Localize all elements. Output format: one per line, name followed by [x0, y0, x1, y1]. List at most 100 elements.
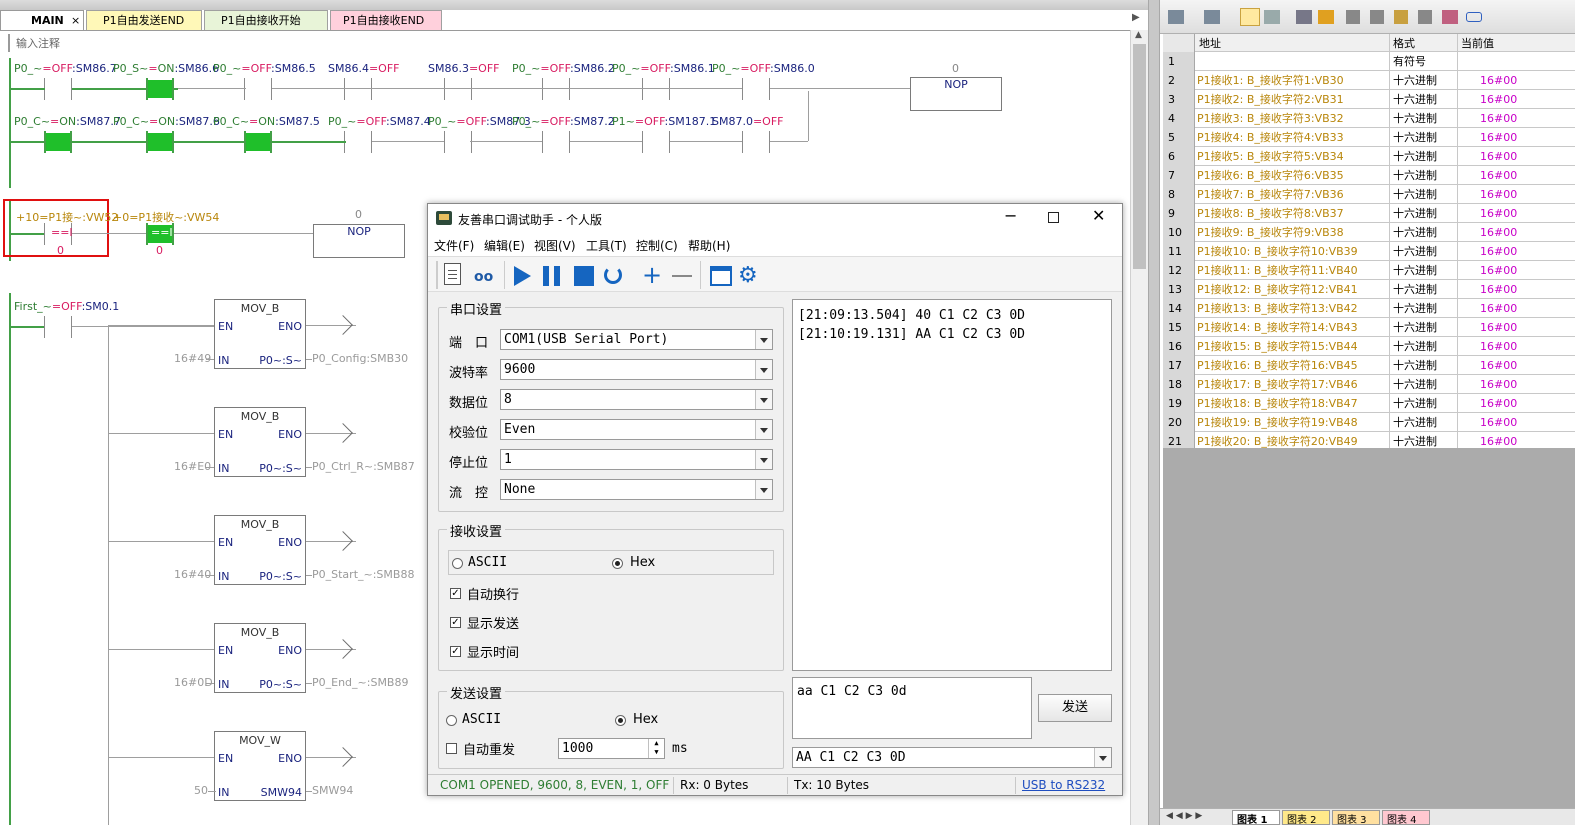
- nop-box[interactable]: NOP: [910, 77, 1002, 111]
- table-row[interactable]: 17 P1接收16: B_接收字符16:VB45 十六进制 16#00: [1163, 356, 1575, 375]
- table-row[interactable]: 7 P1接收6: B_接收字符6:VB35 十六进制 16#00: [1163, 166, 1575, 185]
- lock-icon[interactable]: [1370, 10, 1384, 24]
- close-icon[interactable]: ✕: [1092, 206, 1105, 225]
- chart-tab[interactable]: 图表 2: [1282, 810, 1330, 825]
- row-value[interactable]: 16#00: [1458, 337, 1575, 356]
- row-format[interactable]: 十六进制: [1390, 90, 1458, 109]
- row-address[interactable]: P1接收1: B_接收字符1:VB30: [1195, 71, 1390, 90]
- menu-item[interactable]: 文件(F): [434, 237, 474, 254]
- first-scan-contact[interactable]: [44, 316, 72, 338]
- contact-5[interactable]: [444, 78, 472, 100]
- row-value[interactable]: 16#00: [1458, 261, 1575, 280]
- chart-tab[interactable]: 图表 1: [1232, 810, 1280, 825]
- mov-block[interactable]: MOV_B EN ENO IN P0~:S~: [214, 299, 306, 369]
- plus-icon[interactable]: +: [642, 263, 662, 287]
- nop-box[interactable]: NOP: [313, 224, 405, 258]
- minimize-icon[interactable]: −: [1004, 206, 1017, 225]
- row-format[interactable]: 十六进制: [1390, 356, 1458, 375]
- row-value[interactable]: 16#00: [1458, 128, 1575, 147]
- send-textarea[interactable]: aa C1 C2 C3 0d: [792, 677, 1032, 739]
- toolbar-icon[interactable]: [1168, 10, 1184, 24]
- contact-3[interactable]: [244, 131, 272, 153]
- row-format[interactable]: 十六进制: [1390, 166, 1458, 185]
- table-row[interactable]: 10 P1接收9: B_接收字符9:VB38 十六进制 16#00: [1163, 223, 1575, 242]
- tab-nav-icons[interactable]: ◀ ◀ ▶ ▶: [1166, 811, 1202, 821]
- comment-field[interactable]: 输入注释: [8, 34, 1128, 52]
- chart-tab[interactable]: 图表 3: [1332, 810, 1380, 825]
- row-format[interactable]: 十六进制: [1390, 223, 1458, 242]
- row-value[interactable]: 16#00: [1458, 185, 1575, 204]
- contact-1[interactable]: [44, 78, 72, 100]
- chevron-down-icon[interactable]: [755, 330, 772, 349]
- menu-item[interactable]: 编辑(E): [484, 237, 525, 254]
- row-format[interactable]: 十六进制: [1390, 375, 1458, 394]
- row-address[interactable]: P1接收19: B_接收字符19:VB48: [1195, 413, 1390, 432]
- contact-4[interactable]: [344, 131, 372, 153]
- toolbar-icon[interactable]: [1418, 10, 1432, 24]
- row-format[interactable]: 十六进制: [1390, 337, 1458, 356]
- table-row[interactable]: 11 P1接收10: B_接收字符10:VB39 十六进制 16#00: [1163, 242, 1575, 261]
- toolbar-icon[interactable]: [1264, 10, 1280, 24]
- toolbar-icon[interactable]: [1240, 8, 1260, 26]
- send-ascii-radio[interactable]: [446, 715, 457, 726]
- row-value[interactable]: 16#00: [1458, 318, 1575, 337]
- pen-icon[interactable]: [1318, 10, 1334, 24]
- scroll-thumb[interactable]: [1133, 44, 1146, 269]
- table-row[interactable]: 8 P1接收7: B_接收字符7:VB36 十六进制 16#00: [1163, 185, 1575, 204]
- table-row[interactable]: 18 P1接收17: B_接收字符17:VB46 十六进制 16#00: [1163, 375, 1575, 394]
- row-format[interactable]: 十六进制: [1390, 71, 1458, 90]
- row-value[interactable]: 16#00: [1458, 166, 1575, 185]
- contact-6[interactable]: [542, 78, 570, 100]
- row-value[interactable]: [1458, 52, 1575, 71]
- serial-data-select[interactable]: 8: [500, 389, 773, 410]
- table-row[interactable]: 16 P1接收15: B_接收字符15:VB44 十六进制 16#00: [1163, 337, 1575, 356]
- row-format[interactable]: 十六进制: [1390, 242, 1458, 261]
- gear-icon[interactable]: ⚙: [738, 263, 758, 288]
- header-format[interactable]: 格式: [1390, 34, 1458, 53]
- show-time-checkbox[interactable]: ✓: [450, 646, 461, 657]
- serial-stop-select[interactable]: 1: [500, 449, 773, 470]
- contact-6[interactable]: [542, 131, 570, 153]
- table-row[interactable]: 14 P1接收13: B_接收字符13:VB42 十六进制 16#00: [1163, 299, 1575, 318]
- refresh-icon[interactable]: [604, 266, 622, 284]
- contact-3[interactable]: [244, 78, 272, 100]
- row-value[interactable]: 16#00: [1458, 109, 1575, 128]
- toolbar-icon[interactable]: [1394, 10, 1408, 24]
- row-address[interactable]: P1接收14: B_接收字符14:VB43: [1195, 318, 1390, 337]
- send-history-combo[interactable]: AA C1 C2 C3 0D: [792, 747, 1112, 768]
- chevron-down-icon[interactable]: [1094, 748, 1111, 767]
- tab-p1-recv-start[interactable]: P1自由接收开始: [204, 10, 328, 30]
- table-row[interactable]: 3 P1接收2: B_接收字符2:VB31 十六进制 16#00: [1163, 90, 1575, 109]
- row-format[interactable]: 十六进制: [1390, 109, 1458, 128]
- usb-rs232-link[interactable]: USB to RS232: [1018, 777, 1114, 794]
- receive-hex-radio[interactable]: [612, 558, 623, 569]
- receive-ascii-radio[interactable]: [452, 558, 463, 569]
- row-address[interactable]: P1接收6: B_接收字符6:VB35: [1195, 166, 1390, 185]
- row-value[interactable]: 16#00: [1458, 375, 1575, 394]
- tab-main[interactable]: MAIN ×: [0, 10, 84, 30]
- mov-block[interactable]: MOV_W EN ENO IN SMW94: [214, 731, 306, 801]
- chevron-down-icon[interactable]: [755, 450, 772, 469]
- row-address[interactable]: P1接收12: B_接收字符12:VB41: [1195, 280, 1390, 299]
- table-row[interactable]: 20 P1接收19: B_接收字符19:VB48 十六进制 16#00: [1163, 413, 1575, 432]
- toolbar-icon[interactable]: [1296, 10, 1312, 24]
- toolbar-icon[interactable]: [1466, 12, 1482, 22]
- row-format[interactable]: 有符号: [1390, 52, 1458, 71]
- menu-item[interactable]: 工具(T): [586, 237, 627, 254]
- row-value[interactable]: 16#00: [1458, 71, 1575, 90]
- maximize-icon[interactable]: [1048, 212, 1059, 223]
- header-address[interactable]: 地址: [1195, 34, 1390, 53]
- row-format[interactable]: 十六进制: [1390, 204, 1458, 223]
- row-format[interactable]: 十六进制: [1390, 147, 1458, 166]
- show-send-checkbox[interactable]: ✓: [450, 617, 461, 628]
- row-value[interactable]: 16#00: [1458, 242, 1575, 261]
- row-format[interactable]: 十六进制: [1390, 261, 1458, 280]
- row-format[interactable]: 十六进制: [1390, 413, 1458, 432]
- row-address[interactable]: P1接收10: B_接收字符10:VB39: [1195, 242, 1390, 261]
- window-icon[interactable]: [710, 266, 732, 286]
- table-row[interactable]: 19 P1接收18: B_接收字符18:VB47 十六进制 16#00: [1163, 394, 1575, 413]
- dialog-titlebar[interactable]: 友善串口调试助手 - 个人版 − ✕: [428, 204, 1122, 234]
- serial-flow-select[interactable]: None: [500, 479, 773, 500]
- contact-2[interactable]: [146, 131, 174, 153]
- row-address[interactable]: P1接收16: B_接收字符16:VB45: [1195, 356, 1390, 375]
